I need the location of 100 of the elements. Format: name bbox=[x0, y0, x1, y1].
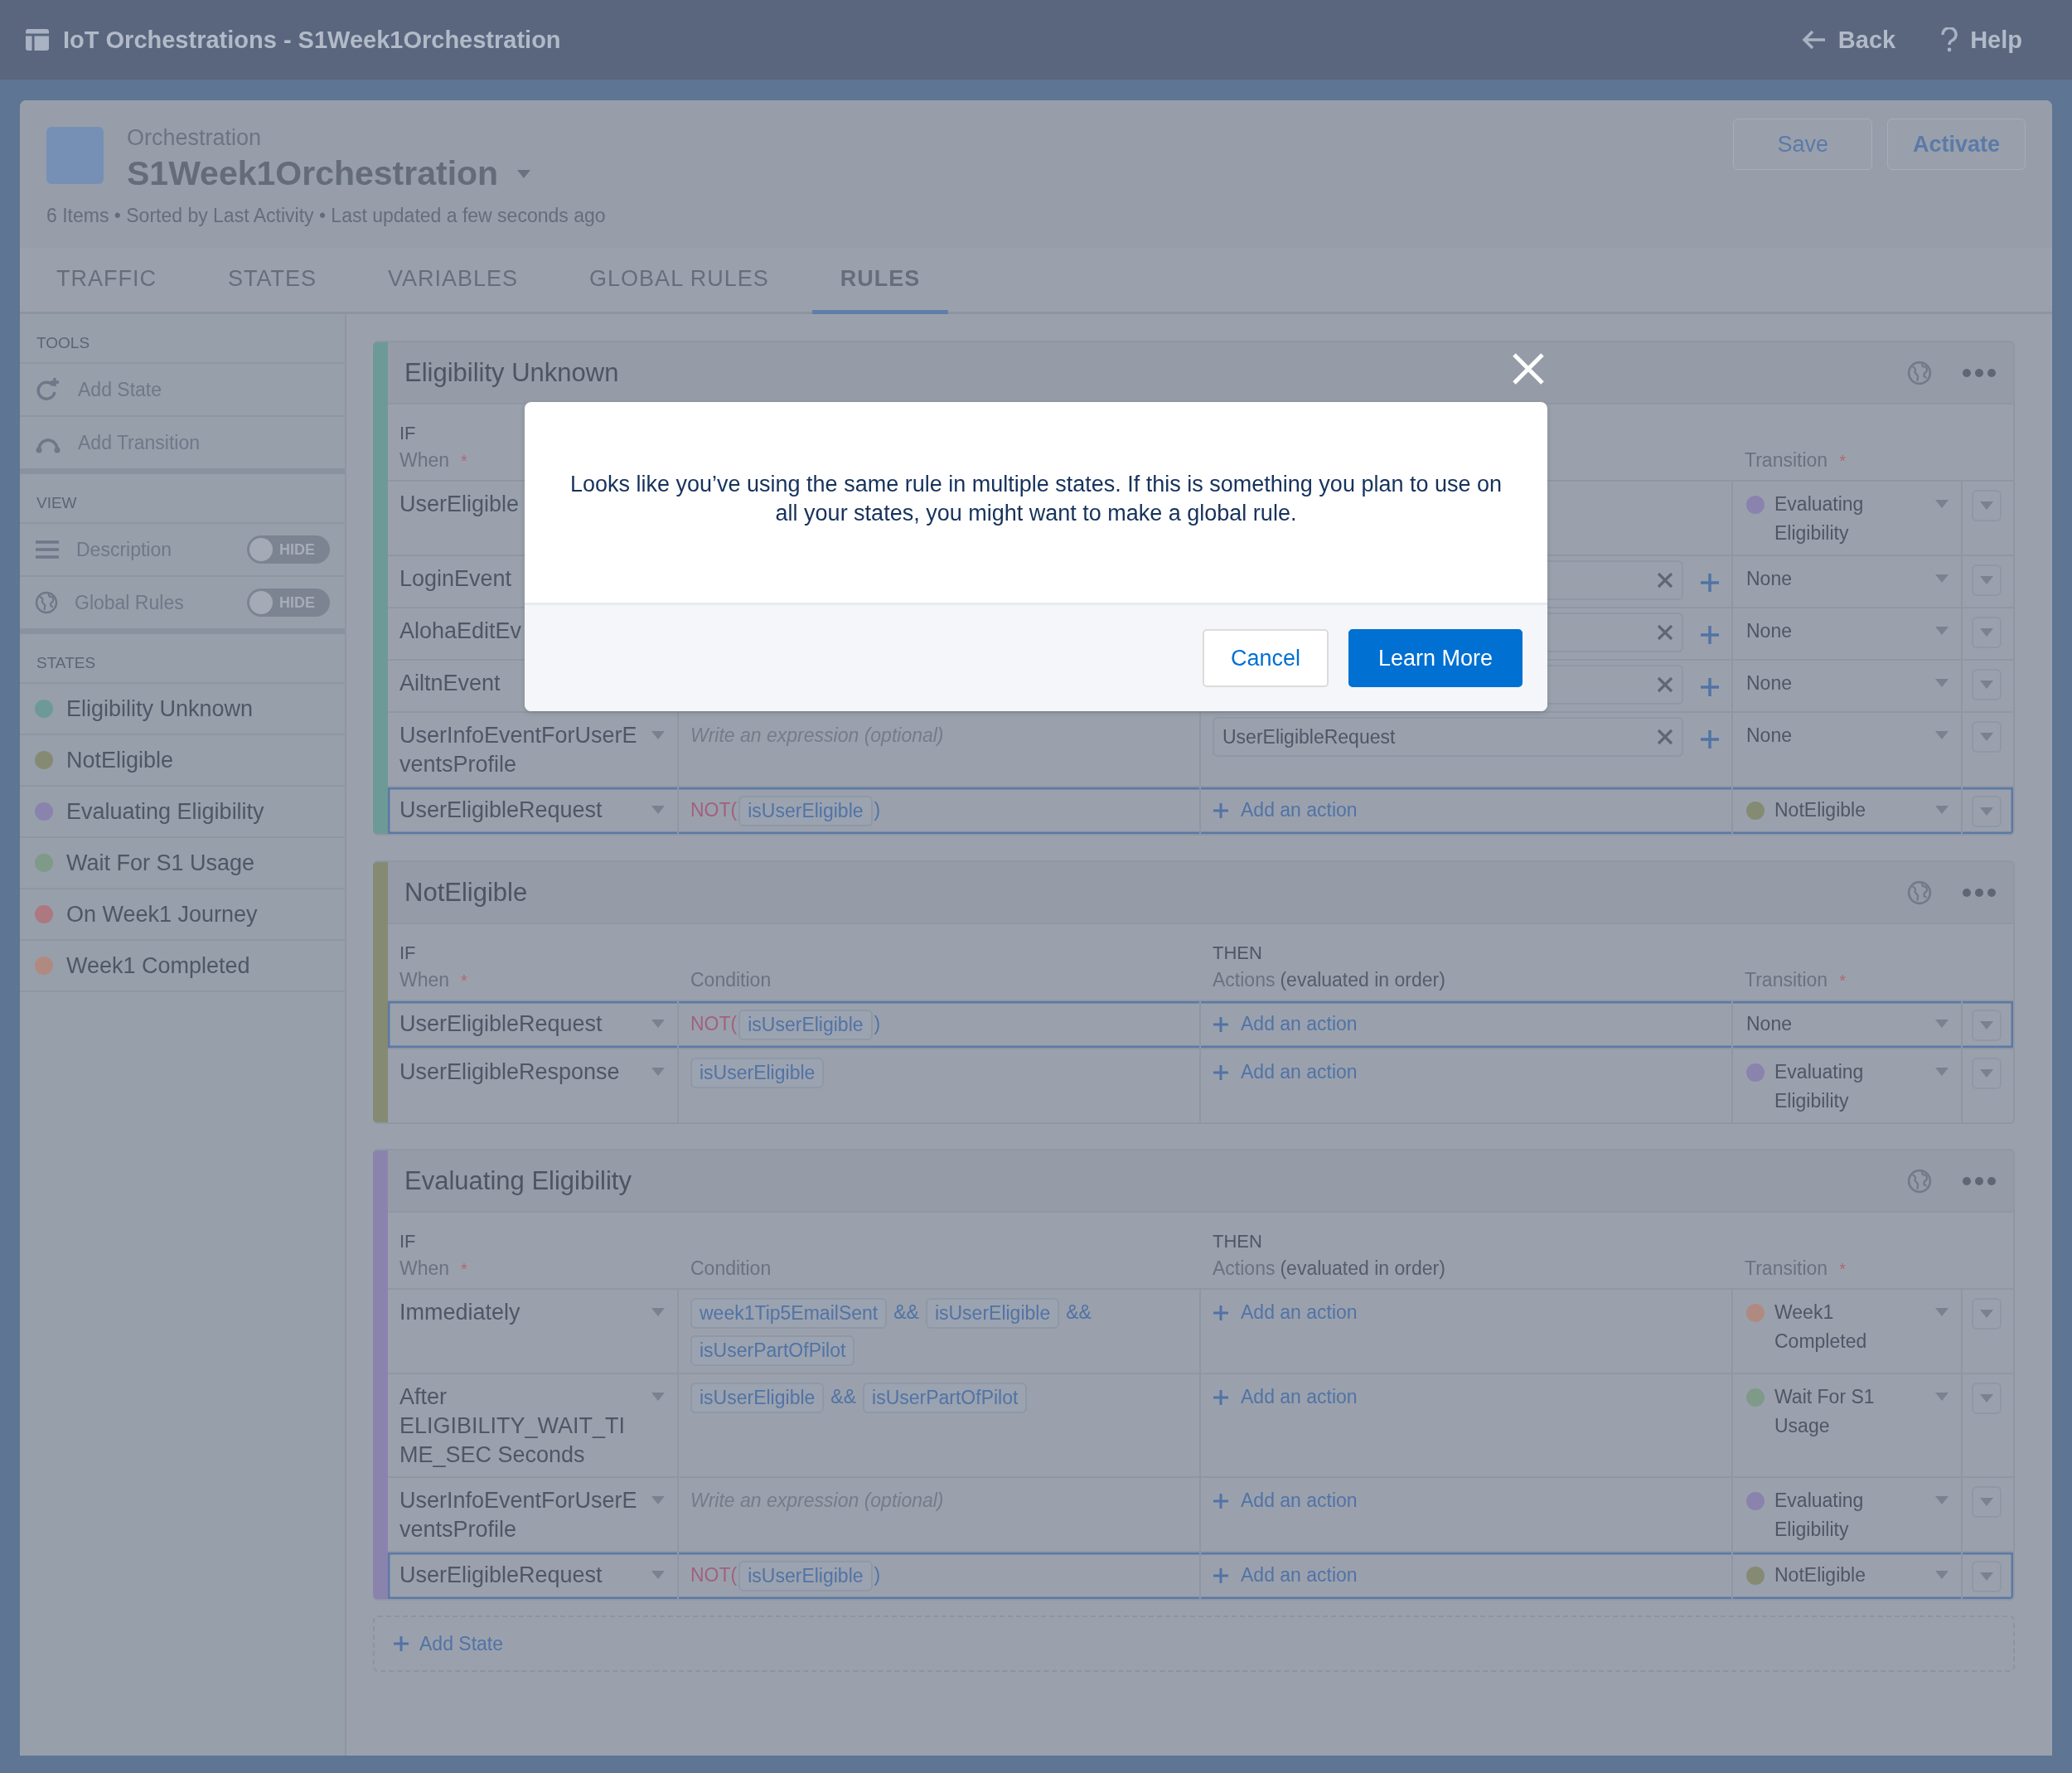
more-actions-button[interactable] bbox=[1962, 1175, 1997, 1186]
plus-icon bbox=[1213, 802, 1229, 819]
add-action-link[interactable]: Add an action bbox=[1213, 1058, 1358, 1087]
when-dropdown[interactable]: UserEligibleRequest bbox=[399, 796, 666, 825]
state-list-item[interactable]: On Week1 Journey bbox=[20, 889, 345, 941]
caret-icon bbox=[1979, 575, 1994, 585]
row-menu-button[interactable] bbox=[1972, 1486, 2002, 1518]
row-menu-button[interactable] bbox=[1972, 617, 2002, 648]
when-dropdown[interactable]: UserInfoEventForUserEventsProfile bbox=[399, 721, 666, 779]
transition-dropdown[interactable]: None bbox=[1746, 564, 1949, 593]
parenthesis: ) bbox=[874, 1563, 881, 1587]
state-list-item[interactable]: Eligibility Unknown bbox=[20, 684, 345, 735]
close-icon[interactable] bbox=[1657, 572, 1673, 589]
row-menu-button[interactable] bbox=[1972, 490, 2002, 521]
transition-dropdown[interactable]: Evaluating Eligibility bbox=[1746, 1486, 1949, 1544]
transition-dropdown[interactable]: NotEligible bbox=[1746, 796, 1949, 825]
add-state-button[interactable]: Add State bbox=[393, 1632, 504, 1655]
variable-chip[interactable]: isUserPartOfPilot bbox=[690, 1335, 855, 1366]
row-menu-button[interactable] bbox=[1972, 796, 2002, 827]
variable-chip[interactable]: isUserPartOfPilot bbox=[863, 1383, 1028, 1413]
add-action-link[interactable]: Add an action bbox=[1213, 1298, 1358, 1327]
transition-dropdown[interactable]: Wait For S1 Usage bbox=[1746, 1383, 1949, 1441]
help-link[interactable]: Help bbox=[1940, 26, 2022, 54]
transition-dropdown[interactable]: Evaluating Eligibility bbox=[1746, 1058, 1949, 1116]
row-menu-button[interactable] bbox=[1972, 564, 2002, 596]
add-action-button[interactable] bbox=[1700, 729, 1720, 749]
add-action-link[interactable]: Add an action bbox=[1213, 796, 1358, 825]
globe-icon[interactable] bbox=[1907, 1168, 1932, 1194]
transition-dropdown[interactable]: None bbox=[1746, 617, 1949, 646]
add-action-link[interactable]: Add an action bbox=[1213, 1383, 1358, 1412]
section-label: IF bbox=[399, 942, 417, 964]
row-menu-button[interactable] bbox=[1972, 1561, 2002, 1592]
variable-chip[interactable]: week1Tip5EmailSent bbox=[690, 1298, 888, 1329]
when-dropdown[interactable]: After ELIGIBILITY_WAIT_TIME_SEC Seconds bbox=[399, 1383, 666, 1470]
save-button[interactable]: Save bbox=[1733, 119, 1872, 170]
variable-chip[interactable]: isUserEligible bbox=[738, 1561, 873, 1591]
row-menu-button[interactable] bbox=[1972, 721, 2002, 753]
when-dropdown[interactable]: UserInfoEventForUserEventsProfile bbox=[399, 1486, 666, 1544]
caret-icon bbox=[1934, 805, 1949, 815]
transition-dropdown[interactable]: NotEligible bbox=[1746, 1561, 1949, 1590]
variable-chip[interactable]: isUserEligible bbox=[925, 1298, 1060, 1329]
caret-icon bbox=[1934, 626, 1949, 636]
parenthesis: ) bbox=[874, 1012, 881, 1036]
add-action-link[interactable]: Add an action bbox=[1213, 1561, 1358, 1590]
more-actions-button[interactable] bbox=[1962, 367, 1997, 378]
caret-icon bbox=[1979, 1497, 1994, 1507]
state-title: NotEligible bbox=[404, 877, 528, 908]
variable-chip[interactable]: isUserEligible bbox=[738, 1010, 873, 1040]
cancel-button[interactable]: Cancel bbox=[1203, 629, 1329, 687]
globe-icon[interactable] bbox=[1907, 360, 1932, 385]
action-field[interactable]: UserEligibleRequest bbox=[1213, 717, 1683, 757]
state-list-item[interactable]: Wait For S1 Usage bbox=[20, 838, 345, 889]
when-dropdown[interactable]: UserEligibleRequest bbox=[399, 1010, 666, 1039]
section-label: IF bbox=[399, 1231, 417, 1252]
activate-button[interactable]: Activate bbox=[1886, 119, 2026, 170]
refresh-plus-icon bbox=[35, 376, 61, 403]
transition-dropdown[interactable]: None bbox=[1746, 669, 1949, 698]
transition-dropdown[interactable]: None bbox=[1746, 721, 1949, 750]
caret-icon bbox=[1934, 1495, 1949, 1505]
column-note: (evaluated in order) bbox=[1280, 969, 1445, 991]
transition-dropdown[interactable]: None bbox=[1746, 1010, 1949, 1039]
learn-more-button[interactable]: Learn More bbox=[1348, 629, 1523, 687]
add-action-link[interactable]: Add an action bbox=[1213, 1486, 1358, 1515]
variable-chip[interactable]: isUserEligible bbox=[690, 1058, 825, 1088]
close-icon[interactable] bbox=[1657, 676, 1673, 693]
variable-chip[interactable]: isUserEligible bbox=[690, 1383, 825, 1413]
state-list-item[interactable]: Week1 Completed bbox=[20, 941, 345, 992]
close-icon[interactable] bbox=[1657, 729, 1673, 745]
globe-icon[interactable] bbox=[1907, 879, 1932, 905]
caret-icon bbox=[516, 168, 532, 179]
plus-icon bbox=[393, 1635, 409, 1652]
back-link[interactable]: Back bbox=[1801, 26, 1896, 54]
when-dropdown[interactable]: Immediately bbox=[399, 1298, 666, 1327]
globe-icon[interactable] bbox=[35, 591, 58, 614]
row-menu-button[interactable] bbox=[1972, 1298, 2002, 1330]
required-mark: * bbox=[461, 971, 467, 991]
row-menu-button[interactable] bbox=[1972, 1058, 2002, 1089]
close-icon[interactable] bbox=[1657, 624, 1673, 641]
transition-dropdown[interactable]: Week1 Completed bbox=[1746, 1298, 1949, 1356]
more-actions-button[interactable] bbox=[1962, 887, 1997, 898]
caret-icon bbox=[1934, 678, 1949, 688]
add-action-link[interactable]: Add an action bbox=[1213, 1010, 1358, 1039]
row-menu-button[interactable] bbox=[1972, 669, 2002, 700]
caret-icon bbox=[1934, 1019, 1949, 1029]
state-list-item[interactable]: NotEligible bbox=[20, 735, 345, 787]
when-dropdown[interactable]: UserEligibleResponse bbox=[399, 1058, 666, 1087]
caret-icon bbox=[651, 1019, 666, 1029]
more-icon bbox=[1962, 367, 1997, 378]
state-list-item[interactable]: Evaluating Eligibility bbox=[20, 787, 345, 838]
variable-chip[interactable]: isUserEligible bbox=[738, 796, 873, 826]
caret-icon bbox=[1934, 574, 1949, 584]
row-menu-button[interactable] bbox=[1972, 1010, 2002, 1041]
when-dropdown[interactable]: UserEligibleRequest bbox=[399, 1561, 666, 1590]
add-action-button[interactable] bbox=[1700, 624, 1720, 645]
row-menu-button[interactable] bbox=[1972, 1383, 2002, 1414]
caret-icon bbox=[651, 730, 666, 740]
add-action-button[interactable] bbox=[1700, 572, 1720, 593]
title-dropdown-button[interactable] bbox=[516, 168, 532, 179]
add-action-button[interactable] bbox=[1700, 676, 1720, 697]
transition-dropdown[interactable]: Evaluating Eligibility bbox=[1746, 490, 1949, 548]
